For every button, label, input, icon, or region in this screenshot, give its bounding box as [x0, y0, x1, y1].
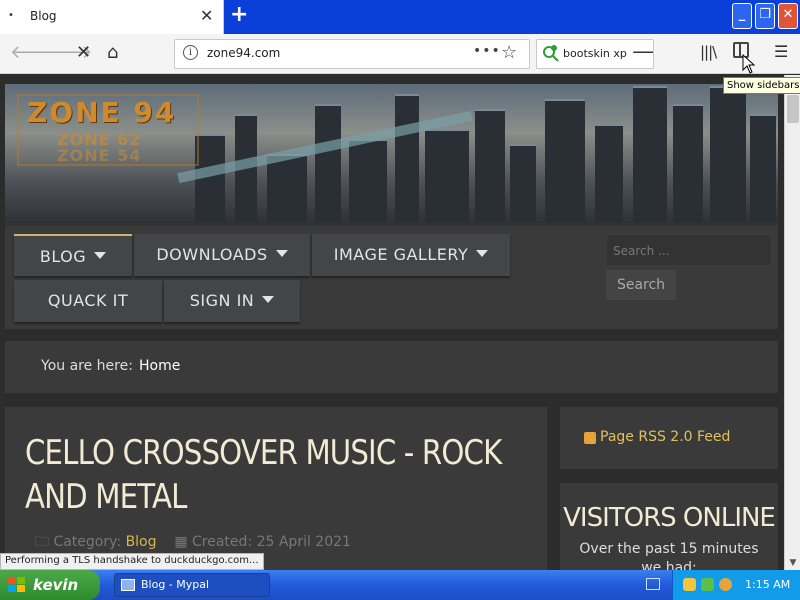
tab-blog[interactable]: • Blog ✕	[0, 0, 224, 34]
keyboard-icon[interactable]	[646, 578, 660, 590]
library-icon[interactable]: |||\	[700, 43, 717, 61]
visitors-module: VISITORS ONLINE Over the past 15 minutes…	[560, 483, 778, 570]
search-engine-icon	[543, 45, 559, 62]
site-search-button[interactable]: Search	[606, 270, 676, 300]
home-button[interactable]: ⌂	[107, 42, 118, 63]
clock: 1:15 AM	[745, 578, 791, 591]
chevron-down-icon	[275, 250, 288, 257]
navigation-toolbar: 🡐 🡒 ✕ ⌂ i zone94.com ••• ☆ bootskin xp 🡒	[0, 34, 800, 74]
address-bar[interactable]: i zone94.com ••• ☆	[174, 39, 530, 69]
site-logo[interactable]: ZONE 94	[27, 96, 176, 129]
page-actions-icon[interactable]: •••	[473, 43, 501, 59]
scroll-down-icon[interactable]: ▼	[787, 558, 799, 568]
new-tab-button[interactable]: +	[230, 2, 248, 27]
close-window-button[interactable]: ✕	[778, 3, 798, 29]
site-banner: ZONE 94 ZONE 62 ZONE 54	[5, 84, 778, 224]
bookmark-star-icon[interactable]: ☆	[501, 42, 517, 63]
browser-app-icon	[121, 579, 135, 591]
tooltip: Show sidebars	[723, 77, 800, 94]
hamburger-menu-icon[interactable]: ☰	[774, 42, 788, 61]
breadcrumb-label: You are here:	[41, 358, 133, 374]
category-link[interactable]: Blog	[126, 534, 157, 550]
rss-module: Page RSS 2.0 Feed	[560, 407, 778, 469]
tab-strip: • Blog ✕ + _ ❐ ✕	[0, 0, 800, 34]
start-button[interactable]: kevin	[0, 570, 100, 600]
system-tray: 1:15 AM	[672, 570, 800, 600]
status-bar: Performing a TLS handshake to duckduckgo…	[0, 553, 264, 570]
created-date: Created: 25 April 2021	[192, 534, 351, 550]
search-go-icon[interactable]: 🡒	[631, 42, 653, 63]
menu-label: BLOG	[39, 247, 87, 266]
article-meta: 🗀 Category: Blog ▦ Created: 25 April 202…	[35, 531, 351, 555]
tab-loading-indicator: •	[8, 10, 14, 21]
article-title: CELLO CROSSOVER MUSIC - ROCK AND METAL	[25, 433, 502, 517]
rss-feed-link[interactable]: Page RSS 2.0 Feed	[600, 429, 730, 445]
folder-icon: 🗀	[35, 534, 49, 550]
menu-label: QUACK IT	[47, 291, 129, 310]
menu-item-blog[interactable]: BLOG	[14, 234, 132, 276]
search-tray-icon[interactable]	[719, 578, 732, 591]
search-input[interactable]: bootskin xp	[563, 47, 627, 60]
mouse-cursor-icon	[742, 54, 756, 74]
visitors-subtitle: Over the past 15 minutes	[579, 541, 759, 557]
web-page: ZONE 94 ZONE 62 ZONE 54 BLOG DOWNLOADS I…	[0, 75, 784, 570]
stop-loading-button[interactable]: ✕	[76, 42, 91, 63]
url-text[interactable]: zone94.com	[207, 46, 280, 60]
article: CELLO CROSSOVER MUSIC - ROCK AND METAL 🗀…	[5, 407, 547, 570]
chevron-down-icon	[476, 250, 489, 257]
category-label: Category:	[53, 534, 122, 550]
visitors-subtitle-2: we had:	[641, 560, 697, 570]
site-info-icon[interactable]: i	[183, 45, 198, 60]
logo-echo-2: ZONE 54	[57, 146, 142, 165]
menu-label: IMAGE GALLERY	[333, 245, 469, 264]
rss-icon	[584, 432, 596, 444]
menu-item-image-gallery[interactable]: IMAGE GALLERY	[312, 234, 510, 276]
menu-label: SIGN IN	[189, 291, 255, 310]
main-menu: BLOG DOWNLOADS IMAGE GALLERY QUACK IT SI…	[5, 223, 778, 329]
chevron-down-icon	[94, 252, 107, 259]
scroll-thumb[interactable]	[787, 95, 799, 123]
calendar-icon: ▦	[174, 534, 188, 550]
breadcrumb: You are here: Home	[5, 341, 778, 393]
taskbar: kevin Blog - Mypal 1:15 AM	[0, 570, 800, 600]
windows-logo-icon	[8, 577, 25, 592]
menu-item-quack-it[interactable]: QUACK IT	[14, 280, 162, 322]
vertical-scrollbar[interactable]: ▲ ▼	[784, 75, 800, 570]
network-icon[interactable]	[701, 578, 714, 591]
maximize-button[interactable]: ❐	[755, 3, 775, 29]
menu-label: DOWNLOADS	[156, 245, 268, 264]
menu-item-downloads[interactable]: DOWNLOADS	[134, 234, 310, 276]
visitors-title: VISITORS ONLINE	[563, 503, 776, 533]
browser-window: • Blog ✕ + _ ❐ ✕ 🡐 🡒 ✕ ⌂ i zone94.com ••…	[0, 0, 800, 570]
taskbar-item-browser[interactable]: Blog - Mypal	[114, 573, 270, 597]
chevron-down-icon	[262, 296, 275, 303]
shield-icon[interactable]	[683, 578, 696, 591]
menu-item-sign-in[interactable]: SIGN IN	[164, 280, 300, 322]
minimize-button[interactable]: _	[732, 3, 752, 29]
start-label: kevin	[33, 576, 79, 594]
breadcrumb-home: Home	[139, 358, 181, 374]
site-search-input[interactable]: Search ...	[606, 234, 772, 266]
taskbar-item-label: Blog - Mypal	[141, 578, 210, 591]
tab-title: Blog	[30, 9, 57, 23]
search-box[interactable]: bootskin xp 🡒	[536, 39, 654, 69]
close-tab-icon[interactable]: ✕	[200, 6, 213, 25]
